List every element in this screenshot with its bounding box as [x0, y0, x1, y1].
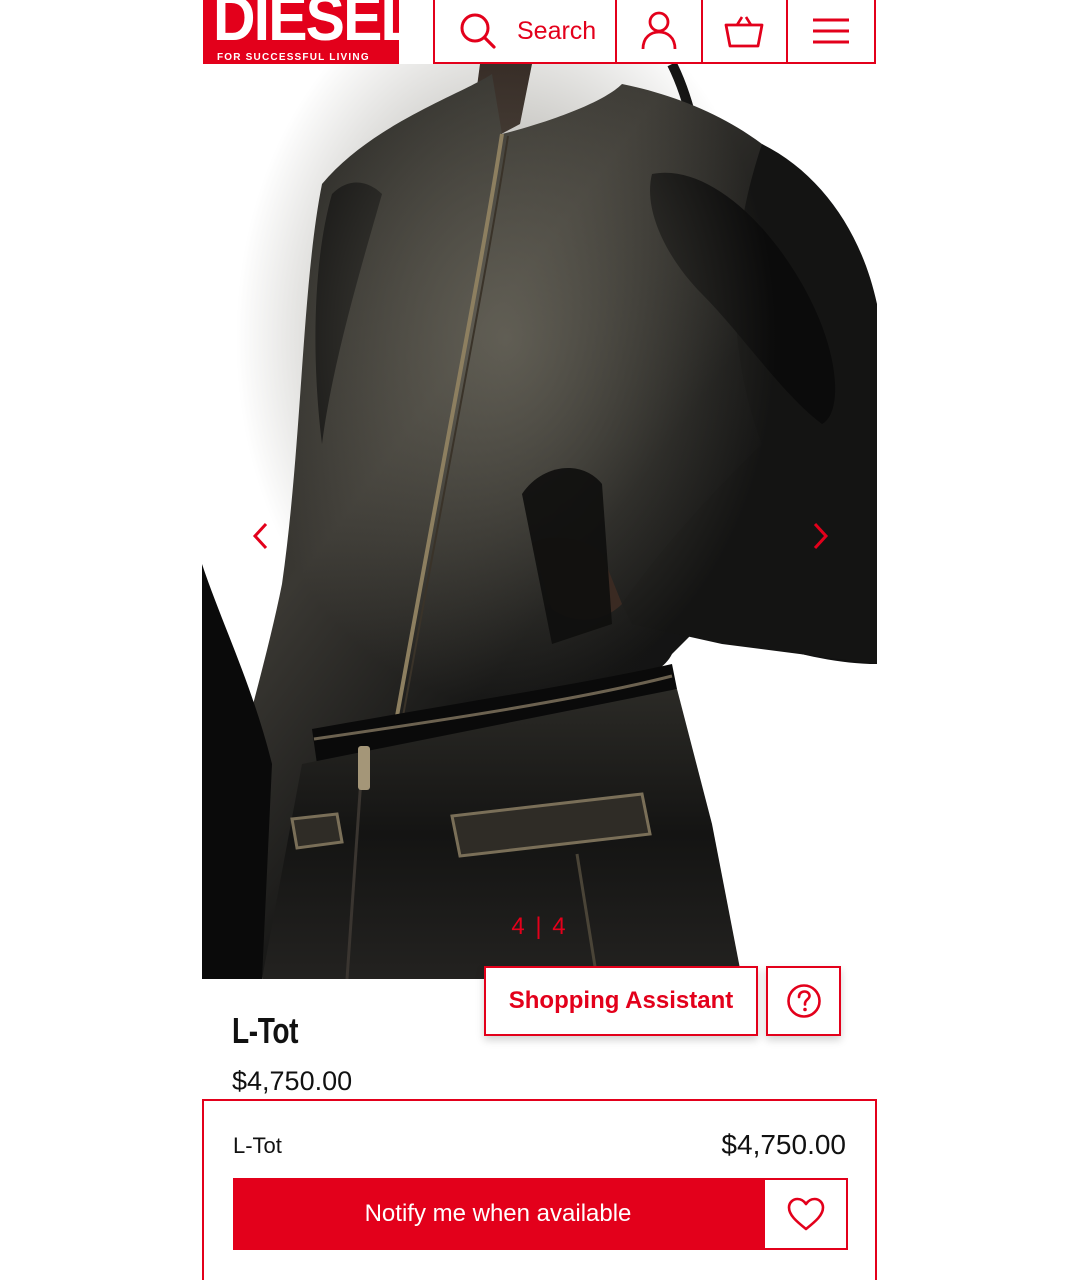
- product-title: L-Tot: [232, 1010, 299, 1051]
- logo-tagline: FOR SUCCESSFUL LIVING: [217, 52, 370, 63]
- sticky-product-name: L-Tot: [233, 1133, 282, 1158]
- menu-button[interactable]: [788, 0, 874, 62]
- chevron-right-icon: [813, 522, 829, 550]
- product-page: DIESEL FOR SUCCESSFUL LIVING Search 4 | …: [0, 0, 1080, 1280]
- search-icon: [460, 13, 496, 49]
- product-image-gallery[interactable]: 4 | 4: [202, 64, 877, 979]
- heart-icon: [787, 1197, 824, 1231]
- wishlist-button[interactable]: [763, 1178, 848, 1250]
- basket-button[interactable]: [703, 0, 789, 62]
- product-photo: [202, 64, 877, 979]
- sticky-purchase-bar: L-Tot $4,750.00 Notify me when available: [202, 1099, 877, 1280]
- sticky-product-price: $4,750.00: [721, 1129, 846, 1160]
- image-counter: 4 | 4: [511, 913, 568, 940]
- help-button[interactable]: [766, 966, 841, 1036]
- notify-me-button[interactable]: Notify me when available: [233, 1178, 763, 1250]
- diesel-logo[interactable]: DIESEL FOR SUCCESSFUL LIVING: [203, 0, 399, 74]
- account-button[interactable]: [617, 0, 703, 62]
- previous-image-button[interactable]: [241, 516, 281, 556]
- search-label: Search: [517, 16, 597, 45]
- logo-wordmark: DIESEL: [213, 0, 399, 54]
- menu-icon: [813, 18, 850, 44]
- chevron-left-icon: [252, 522, 268, 550]
- basket-icon: [725, 16, 764, 48]
- search-button[interactable]: Search: [435, 0, 617, 62]
- shopping-assistant-button[interactable]: Shopping Assistant: [484, 966, 758, 1036]
- top-navigation: Search: [433, 0, 876, 64]
- next-image-button[interactable]: [800, 516, 840, 556]
- product-price: $4,750.00: [232, 1066, 353, 1096]
- question-circle-icon: [786, 984, 821, 1018]
- account-icon: [641, 11, 677, 50]
